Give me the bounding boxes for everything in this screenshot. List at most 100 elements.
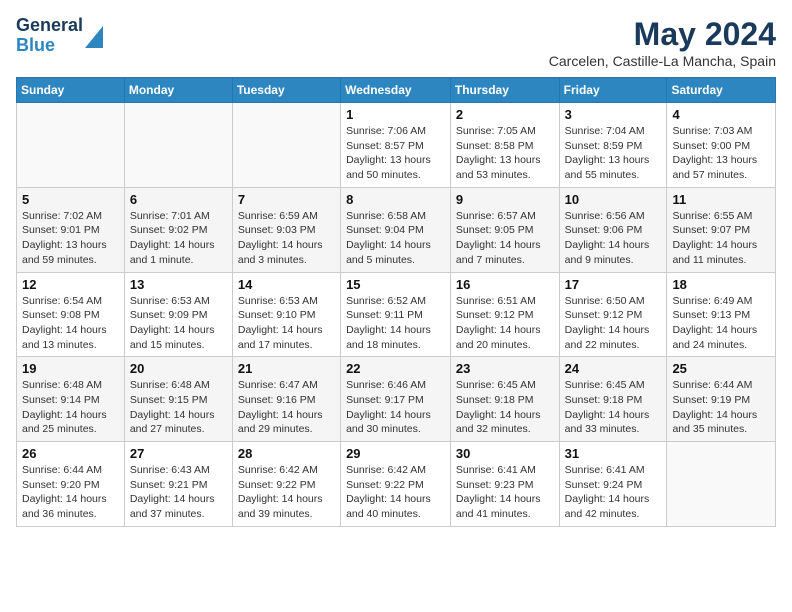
calendar-cell: 3 Sunrise: 7:04 AM Sunset: 8:59 PM Daylig… (559, 103, 667, 188)
calendar-cell: 5Sunrise: 7:02 AM Sunset: 9:01 PM Daylig… (17, 187, 125, 272)
calendar-week-5: 26 Sunrise: 6:44 AM Sunset: 9:20 PM Dayli… (17, 442, 776, 527)
calendar-cell: 28 Sunrise: 6:42 AM Sunset: 9:22 PM Dayli… (232, 442, 340, 527)
cell-content: Sunrise: 6:46 AM Sunset: 9:17 PM Dayligh… (346, 378, 445, 437)
cell-content: Sunrise: 6:45 AM Sunset: 9:18 PM Dayligh… (456, 378, 554, 437)
calendar-cell: 31Sunrise: 6:41 AM Sunset: 9:24 PM Dayli… (559, 442, 667, 527)
cell-content: Sunrise: 6:44 AM Sunset: 9:20 PM Dayligh… (22, 463, 119, 522)
logo-icon (85, 26, 103, 48)
cell-content: Sunrise: 7:03 AM Sunset: 9:00 PM Dayligh… (672, 124, 770, 183)
calendar-cell: 29 Sunrise: 6:42 AM Sunset: 9:22 PM Dayli… (341, 442, 451, 527)
calendar-table: SundayMondayTuesdayWednesdayThursdayFrid… (16, 77, 776, 527)
calendar-cell: 6 Sunrise: 7:01 AM Sunset: 9:02 PM Daylig… (124, 187, 232, 272)
cell-content: Sunrise: 7:05 AM Sunset: 8:58 PM Dayligh… (456, 124, 554, 183)
day-number: 27 (130, 446, 227, 461)
cell-content: Sunrise: 6:44 AM Sunset: 9:19 PM Dayligh… (672, 378, 770, 437)
calendar-cell (124, 103, 232, 188)
day-number: 8 (346, 192, 445, 207)
page-header: General Blue May 2024 Carcelen, Castille… (16, 16, 776, 69)
calendar-cell: 30Sunrise: 6:41 AM Sunset: 9:23 PM Dayli… (450, 442, 559, 527)
day-number: 13 (130, 277, 227, 292)
calendar-cell (17, 103, 125, 188)
cell-content: Sunrise: 7:01 AM Sunset: 9:02 PM Dayligh… (130, 209, 227, 268)
day-number: 20 (130, 361, 227, 376)
calendar-cell: 12 Sunrise: 6:54 AM Sunset: 9:08 PM Dayli… (17, 272, 125, 357)
day-number: 6 (130, 192, 227, 207)
calendar-cell: 18 Sunrise: 6:49 AM Sunset: 9:13 PM Dayli… (667, 272, 776, 357)
cell-content: Sunrise: 6:43 AM Sunset: 9:21 PM Dayligh… (130, 463, 227, 522)
cell-content: Sunrise: 6:42 AM Sunset: 9:22 PM Dayligh… (238, 463, 335, 522)
cell-content: Sunrise: 6:53 AM Sunset: 9:10 PM Dayligh… (238, 294, 335, 353)
calendar-cell: 26 Sunrise: 6:44 AM Sunset: 9:20 PM Dayli… (17, 442, 125, 527)
weekday-header-monday: Monday (124, 78, 232, 103)
weekday-header-thursday: Thursday (450, 78, 559, 103)
day-number: 28 (238, 446, 335, 461)
calendar-cell (667, 442, 776, 527)
cell-content: Sunrise: 7:06 AM Sunset: 8:57 PM Dayligh… (346, 124, 445, 183)
calendar-cell: 19 Sunrise: 6:48 AM Sunset: 9:14 PM Dayli… (17, 357, 125, 442)
calendar-cell: 13Sunrise: 6:53 AM Sunset: 9:09 PM Dayli… (124, 272, 232, 357)
cell-content: Sunrise: 6:54 AM Sunset: 9:08 PM Dayligh… (22, 294, 119, 353)
cell-content: Sunrise: 6:58 AM Sunset: 9:04 PM Dayligh… (346, 209, 445, 268)
cell-content: Sunrise: 6:48 AM Sunset: 9:14 PM Dayligh… (22, 378, 119, 437)
cell-content: Sunrise: 6:49 AM Sunset: 9:13 PM Dayligh… (672, 294, 770, 353)
calendar-cell: 10 Sunrise: 6:56 AM Sunset: 9:06 PM Dayli… (559, 187, 667, 272)
day-number: 22 (346, 361, 445, 376)
calendar-week-4: 19 Sunrise: 6:48 AM Sunset: 9:14 PM Dayli… (17, 357, 776, 442)
page-subtitle: Carcelen, Castille-La Mancha, Spain (549, 53, 776, 69)
cell-content: Sunrise: 6:56 AM Sunset: 9:06 PM Dayligh… (565, 209, 662, 268)
page-title: May 2024 (549, 16, 776, 53)
calendar-cell: 11Sunrise: 6:55 AM Sunset: 9:07 PM Dayli… (667, 187, 776, 272)
calendar-cell: 14 Sunrise: 6:53 AM Sunset: 9:10 PM Dayli… (232, 272, 340, 357)
calendar-cell: 1Sunrise: 7:06 AM Sunset: 8:57 PM Daylig… (341, 103, 451, 188)
weekday-header-row: SundayMondayTuesdayWednesdayThursdayFrid… (17, 78, 776, 103)
day-number: 16 (456, 277, 554, 292)
cell-content: Sunrise: 6:57 AM Sunset: 9:05 PM Dayligh… (456, 209, 554, 268)
calendar-cell: 24Sunrise: 6:45 AM Sunset: 9:18 PM Dayli… (559, 357, 667, 442)
day-number: 29 (346, 446, 445, 461)
day-number: 26 (22, 446, 119, 461)
weekday-header-saturday: Saturday (667, 78, 776, 103)
weekday-header-tuesday: Tuesday (232, 78, 340, 103)
calendar-cell: 8 Sunrise: 6:58 AM Sunset: 9:04 PM Daylig… (341, 187, 451, 272)
day-number: 19 (22, 361, 119, 376)
calendar-cell: 2 Sunrise: 7:05 AM Sunset: 8:58 PM Daylig… (450, 103, 559, 188)
day-number: 14 (238, 277, 335, 292)
day-number: 12 (22, 277, 119, 292)
logo: General Blue (16, 16, 103, 56)
calendar-cell: 15Sunrise: 6:52 AM Sunset: 9:11 PM Dayli… (341, 272, 451, 357)
cell-content: Sunrise: 6:55 AM Sunset: 9:07 PM Dayligh… (672, 209, 770, 268)
day-number: 10 (565, 192, 662, 207)
cell-content: Sunrise: 6:42 AM Sunset: 9:22 PM Dayligh… (346, 463, 445, 522)
title-area: May 2024 Carcelen, Castille-La Mancha, S… (549, 16, 776, 69)
calendar-week-1: 1Sunrise: 7:06 AM Sunset: 8:57 PM Daylig… (17, 103, 776, 188)
calendar-cell: 7Sunrise: 6:59 AM Sunset: 9:03 PM Daylig… (232, 187, 340, 272)
calendar-week-2: 5Sunrise: 7:02 AM Sunset: 9:01 PM Daylig… (17, 187, 776, 272)
calendar-cell: 21 Sunrise: 6:47 AM Sunset: 9:16 PM Dayli… (232, 357, 340, 442)
day-number: 2 (456, 107, 554, 122)
weekday-header-friday: Friday (559, 78, 667, 103)
calendar-week-3: 12 Sunrise: 6:54 AM Sunset: 9:08 PM Dayli… (17, 272, 776, 357)
day-number: 15 (346, 277, 445, 292)
calendar-cell: 27 Sunrise: 6:43 AM Sunset: 9:21 PM Dayli… (124, 442, 232, 527)
day-number: 25 (672, 361, 770, 376)
logo-text: General Blue (16, 16, 83, 56)
weekday-header-wednesday: Wednesday (341, 78, 451, 103)
day-number: 4 (672, 107, 770, 122)
cell-content: Sunrise: 6:47 AM Sunset: 9:16 PM Dayligh… (238, 378, 335, 437)
cell-content: Sunrise: 6:45 AM Sunset: 9:18 PM Dayligh… (565, 378, 662, 437)
cell-content: Sunrise: 6:59 AM Sunset: 9:03 PM Dayligh… (238, 209, 335, 268)
calendar-cell: 22 Sunrise: 6:46 AM Sunset: 9:17 PM Dayli… (341, 357, 451, 442)
day-number: 18 (672, 277, 770, 292)
calendar-cell: 23Sunrise: 6:45 AM Sunset: 9:18 PM Dayli… (450, 357, 559, 442)
cell-content: Sunrise: 7:04 AM Sunset: 8:59 PM Dayligh… (565, 124, 662, 183)
day-number: 30 (456, 446, 554, 461)
day-number: 3 (565, 107, 662, 122)
calendar-cell: 25 Sunrise: 6:44 AM Sunset: 9:19 PM Dayli… (667, 357, 776, 442)
calendar-cell: 20Sunrise: 6:48 AM Sunset: 9:15 PM Dayli… (124, 357, 232, 442)
day-number: 9 (456, 192, 554, 207)
calendar-cell: 4 Sunrise: 7:03 AM Sunset: 9:00 PM Daylig… (667, 103, 776, 188)
day-number: 21 (238, 361, 335, 376)
calendar-cell (232, 103, 340, 188)
cell-content: Sunrise: 7:02 AM Sunset: 9:01 PM Dayligh… (22, 209, 119, 268)
cell-content: Sunrise: 6:51 AM Sunset: 9:12 PM Dayligh… (456, 294, 554, 353)
